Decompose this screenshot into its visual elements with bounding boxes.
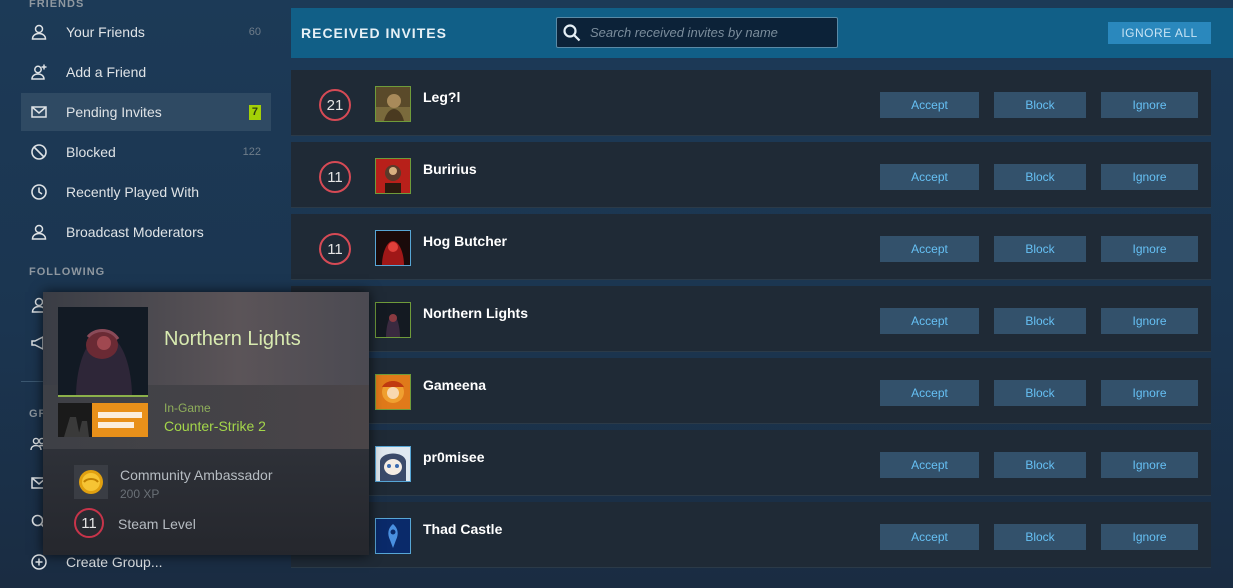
friend-count: 60 [248,26,261,38]
search-icon [562,23,582,43]
badge-title: Community Ambassador [120,467,273,483]
invite-name[interactable]: pr0misee [423,449,484,465]
sidebar-item-recently-played[interactable]: Recently Played With [21,173,271,211]
current-game: Counter-Strike 2 [164,418,266,434]
page-title: RECEIVED INVITES [301,25,447,41]
invite-name[interactable]: Gameena [423,377,486,393]
sidebar-item-broadcast-moderators[interactable]: Broadcast Moderators [21,213,271,251]
block-button[interactable]: Block [994,92,1086,118]
avatar[interactable] [375,446,411,482]
block-button[interactable]: Block [994,236,1086,262]
game-thumbnail [58,403,148,437]
envelope-icon [30,103,48,121]
sidebar-item-label: Recently Played With [66,184,200,200]
status-label: In-Game [164,401,211,415]
invite-name[interactable]: Thad Castle [423,521,502,537]
add-person-icon [30,63,48,81]
ignore-button[interactable]: Ignore [1101,452,1198,478]
avatar[interactable] [375,518,411,554]
ignore-button[interactable]: Ignore [1101,524,1198,550]
ignore-button[interactable]: Ignore [1101,92,1198,118]
steam-level-badge: 21 [319,89,351,121]
accept-button[interactable]: Accept [880,380,979,406]
steam-level-badge: 11 [319,161,351,193]
search-box[interactable] [556,17,838,48]
invite-row: 11 Buririus Accept Block Ignore [291,142,1211,208]
profile-hover-card: Northern Lights In-Game Counter-Strike 2… [43,292,369,555]
sidebar-item-label: Create Group... [66,554,163,570]
clock-icon [30,183,48,201]
avatar[interactable] [375,86,411,122]
blocked-count: 122 [242,146,261,158]
ignore-all-button[interactable]: IGNORE ALL [1108,22,1211,44]
block-button[interactable]: Block [994,452,1086,478]
invite-row: 11 Hog Butcher Accept Block Ignore [291,214,1211,280]
following-section-heading: FOLLOWING [29,266,106,278]
avatar[interactable] [375,230,411,266]
avatar[interactable] [375,374,411,410]
friends-section-heading: FRIENDS [29,0,85,10]
person-icon [30,23,48,41]
accept-button[interactable]: Accept [880,164,979,190]
accept-button[interactable]: Accept [880,524,979,550]
blocked-icon [30,143,48,161]
sidebar-item-label: Add a Friend [66,64,147,80]
steam-level-badge: 11 [74,508,104,538]
invite-row: Northern Lights Accept Block Ignore [291,286,1211,352]
ignore-button[interactable]: Ignore [1101,380,1198,406]
block-button[interactable]: Block [994,164,1086,190]
avatar [58,307,148,397]
accept-button[interactable]: Accept [880,308,979,334]
invite-name[interactable]: Leg?l [423,89,460,105]
community-ambassador-badge-icon [74,465,108,499]
received-invites-header: RECEIVED INVITES IGNORE ALL [291,8,1233,58]
invite-name[interactable]: Hog Butcher [423,233,507,249]
avatar[interactable] [375,302,411,338]
sidebar-item-pending-invites[interactable]: Pending Invites 7 [21,93,271,131]
accept-button[interactable]: Accept [880,236,979,262]
invite-row: Thad Castle Accept Block Ignore [291,502,1211,568]
person-icon [30,223,48,241]
block-button[interactable]: Block [994,308,1086,334]
block-button[interactable]: Block [994,380,1086,406]
ignore-button[interactable]: Ignore [1101,308,1198,334]
search-input[interactable] [590,25,830,40]
badge-xp: 200 XP [120,487,160,501]
block-button[interactable]: Block [994,524,1086,550]
ignore-button[interactable]: Ignore [1101,164,1198,190]
invite-name[interactable]: Northern Lights [423,305,528,321]
invite-name[interactable]: Buririus [423,161,477,177]
invite-row: pr0misee Accept Block Ignore [291,430,1211,496]
card-player-name: Northern Lights [164,328,301,350]
sidebar-item-add-friend[interactable]: Add a Friend [21,53,271,91]
sidebar-item-label: Blocked [66,144,116,160]
avatar[interactable] [375,158,411,194]
sidebar-item-label: Pending Invites [66,104,162,120]
steam-level-badge: 11 [319,233,351,265]
steam-level-label: Steam Level [118,516,196,532]
invite-row: Gameena Accept Block Ignore [291,358,1211,424]
sidebar-item-blocked[interactable]: Blocked 122 [21,133,271,171]
sidebar-item-label: Your Friends [66,24,145,40]
invite-row: 21 Leg?l Accept Block Ignore [291,70,1211,136]
sidebar-item-label: Broadcast Moderators [66,224,204,240]
sidebar-item-your-friends[interactable]: Your Friends 60 [21,13,271,51]
accept-button[interactable]: Accept [880,452,979,478]
plus-circle-icon [30,553,48,571]
ignore-button[interactable]: Ignore [1101,236,1198,262]
accept-button[interactable]: Accept [880,92,979,118]
pending-count-badge: 7 [248,104,261,120]
